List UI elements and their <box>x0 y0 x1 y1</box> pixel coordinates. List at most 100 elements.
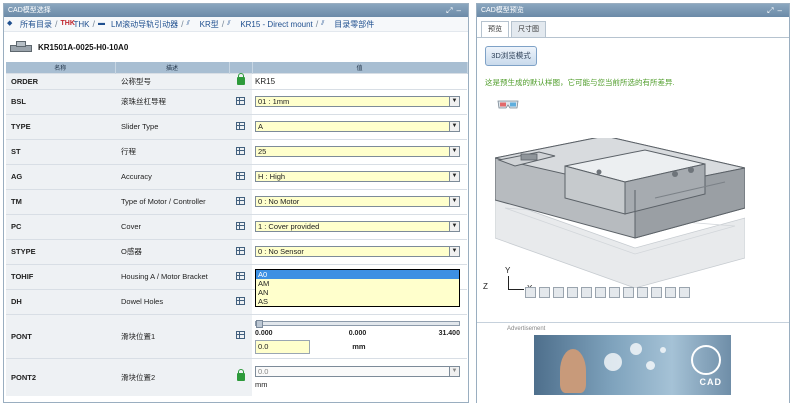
table-icon[interactable] <box>236 296 245 305</box>
breadcrumb-separator-icon: / <box>181 19 184 29</box>
listbox-option-selected[interactable]: A0 <box>256 269 459 279</box>
cover-select[interactable]: 1 : Cover provided ▼ <box>255 221 460 232</box>
table-icon[interactable] <box>236 96 245 105</box>
param-key: ORDER <box>6 72 115 89</box>
part-number: KR1501A-0025-H0-10A0 <box>38 42 129 52</box>
type-select[interactable]: A ▼ <box>255 121 460 132</box>
slider-handle[interactable] <box>256 319 263 328</box>
breadcrumb-separator-icon: / <box>315 19 319 29</box>
section-icon[interactable] <box>609 287 620 298</box>
table-icon[interactable] <box>236 146 245 155</box>
sensor-select[interactable]: 0 : No Sensor ▼ <box>255 246 460 257</box>
3d-view-button[interactable]: 3D浏览模式 <box>485 46 537 66</box>
axis-z-label: Z <box>483 282 488 291</box>
zoom-icon[interactable] <box>553 287 564 298</box>
column-header-description: 描述 <box>115 62 230 73</box>
breadcrumb-separator-icon: / <box>221 19 225 29</box>
position-input[interactable]: 0.0 <box>255 339 310 354</box>
fit-view-icon[interactable] <box>567 287 578 298</box>
tab-preview[interactable]: 预览 <box>481 21 509 37</box>
maximize-icon[interactable]: ⤢ <box>767 6 777 15</box>
table-icon[interactable] <box>236 121 245 130</box>
table-row: TOHIF Housing A / Motor Bracket A0 AM AN… <box>6 263 467 307</box>
param-desc: 滑块位置1 <box>115 313 229 358</box>
breadcrumb-item-catalog[interactable]: ◆ 所有目录 / <box>7 19 61 30</box>
stroke-select[interactable]: 25 ▼ <box>255 146 460 157</box>
part-thumbnail <box>8 39 34 55</box>
chevron-down-icon[interactable]: ▼ <box>449 122 459 131</box>
param-desc: Housing A / Motor Bracket <box>115 263 229 289</box>
table-row: ST 行程 25 ▼ <box>6 138 467 164</box>
part-header: KR1501A-0025-H0-10A0 <box>4 32 468 62</box>
chevron-down-icon[interactable]: ▼ <box>449 172 459 181</box>
table-icon[interactable] <box>236 271 245 280</box>
breadcrumb-item-catalog-part[interactable]: ⫽ 目录零部件 <box>321 19 374 30</box>
motor-select[interactable]: 0 : No Motor ▼ <box>255 196 460 207</box>
measure-icon[interactable] <box>623 287 634 298</box>
fullscreen-icon[interactable] <box>665 287 676 298</box>
part-icon: ⫽ <box>321 20 325 27</box>
table-icon[interactable] <box>236 221 245 230</box>
minimize-icon[interactable]: – <box>457 6 465 15</box>
pan-icon[interactable] <box>539 287 550 298</box>
param-key: TOHIF <box>6 263 115 289</box>
breadcrumb-item-lm-guide[interactable]: ▬ LM滚动导轨引动器 / <box>98 19 187 30</box>
column-header-icon <box>229 62 253 73</box>
rotate-icon[interactable] <box>525 287 536 298</box>
breadcrumb-item-thk[interactable]: THK THK / <box>61 19 99 29</box>
breadcrumb-separator-icon: / <box>92 19 96 29</box>
chevron-down-icon[interactable]: ▼ <box>449 222 459 231</box>
screenshot-icon[interactable] <box>637 287 648 298</box>
param-desc: 公称型号 <box>115 72 229 89</box>
table-row: PONT2 滑块位置2 0.0 ▼ mm <box>6 357 467 396</box>
breadcrumb-item-kr-type[interactable]: ⫽ KR型 / <box>187 19 228 30</box>
panel-title: CAD模型选择 <box>8 7 51 14</box>
housing-listbox[interactable]: A0 AM AN AS <box>255 268 460 307</box>
table-icon[interactable] <box>236 331 245 339</box>
lock-icon <box>236 369 245 382</box>
listbox-option[interactable]: AN <box>256 288 459 297</box>
cad-model-selection-panel: CAD模型选择 ⤢– ◆ 所有目录 / THK THK / ▬ LM滚动导轨引动… <box>3 3 469 403</box>
advertisement-banner[interactable]: CAD <box>534 335 731 395</box>
cad-logo-icon <box>691 345 721 375</box>
table-row: BSL 滚珠丝杠导程 01 : 1mm ▼ <box>6 88 467 114</box>
table-icon[interactable] <box>236 171 245 180</box>
param-desc: Accuracy <box>115 163 229 189</box>
table-icon[interactable] <box>236 246 245 255</box>
shaded-icon[interactable] <box>595 287 606 298</box>
table-header-row: 名称 描述 值 <box>6 62 468 73</box>
bsl-select[interactable]: 01 : 1mm ▼ <box>255 96 460 107</box>
settings-icon[interactable] <box>679 287 690 298</box>
maximize-icon[interactable]: ⤢ <box>446 6 456 15</box>
minimize-icon[interactable]: – <box>778 6 786 15</box>
wireframe-icon[interactable] <box>581 287 592 298</box>
unit-label: mm <box>352 341 366 351</box>
tab-dimension-drawing[interactable]: 尺寸图 <box>511 21 546 37</box>
listbox-option[interactable]: AM <box>256 279 459 288</box>
param-desc: 滑块位置2 <box>115 357 229 396</box>
breadcrumb-item-kr15[interactable]: ⫽ KR15 - Direct mount / <box>227 19 321 29</box>
param-desc: Dowel Holes <box>115 288 229 314</box>
reset-view-icon[interactable] <box>651 287 662 298</box>
chevron-down-icon[interactable]: ▼ <box>449 197 459 206</box>
panel-controls: ⤢– <box>446 4 465 17</box>
position-slider[interactable] <box>255 319 460 328</box>
accuracy-select[interactable]: H : High ▼ <box>255 171 460 182</box>
breadcrumb-separator-icon: / <box>55 19 58 29</box>
guide-icon: ▬ <box>98 20 106 27</box>
chevron-down-icon[interactable]: ▼ <box>449 147 459 156</box>
preview-note: 这是预生成的默认样图，它可能与您当前所选的有所差异. <box>485 78 675 87</box>
3d-glasses-icon <box>497 100 519 109</box>
param-key: PC <box>6 213 115 239</box>
lock-icon <box>236 73 245 85</box>
listbox-option[interactable]: AS <box>256 297 459 306</box>
param-desc: Slider Type <box>115 113 229 139</box>
panel-title-bar: CAD模型预览 ⤢– <box>477 4 789 17</box>
param-key: BSL <box>6 88 115 114</box>
parameter-table: 名称 描述 值 ORDER 公称型号 KR15 BSL 滚珠丝杠导程 01 : … <box>6 62 468 396</box>
range-max: 31.400 <box>438 329 460 337</box>
chevron-down-icon[interactable]: ▼ <box>449 247 459 256</box>
cad-3d-model-view[interactable] <box>495 138 745 288</box>
chevron-down-icon[interactable]: ▼ <box>449 97 459 106</box>
table-icon[interactable] <box>236 196 245 205</box>
